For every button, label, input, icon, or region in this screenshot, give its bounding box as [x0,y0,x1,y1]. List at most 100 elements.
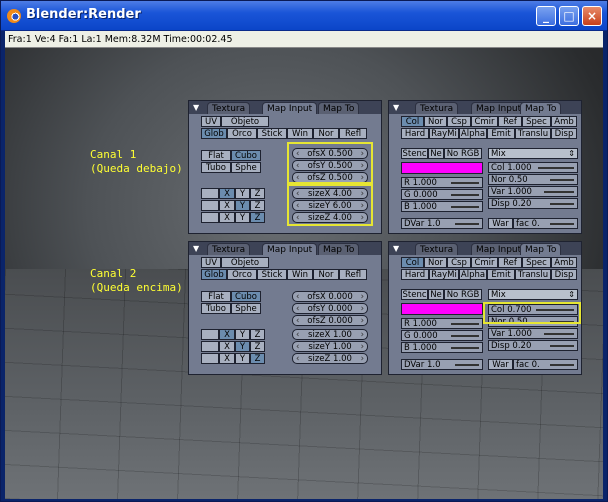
z-button[interactable]: Z [250,188,265,199]
cmir-toggle[interactable]: Cmir [471,257,498,268]
col-toggle[interactable]: Col [401,257,424,268]
xyz-toggle[interactable] [201,341,219,352]
orco-button[interactable]: Orco [227,269,257,280]
z-button[interactable]: Z [250,353,265,364]
stencil-button[interactable]: Stenc [401,289,428,300]
orco-button[interactable]: Orco [227,128,257,139]
col-slider[interactable]: Col 1.000 [488,162,578,173]
warp-button[interactable]: War [488,359,513,370]
nor-toggle[interactable]: Nor [424,116,447,127]
uv-button[interactable]: UV [201,257,221,268]
x-button[interactable]: X [219,353,235,364]
refl-button[interactable]: Refl [339,128,367,139]
close-button[interactable]: × [582,6,602,26]
col-toggle[interactable]: Col [401,116,424,127]
tab-map-input[interactable]: Map Input [471,243,527,255]
b-slider[interactable]: B 1.000 [401,342,483,353]
blend-mode-select[interactable]: Mix [488,289,578,300]
ofsz-field[interactable]: ofsZ 0.000 [292,315,368,326]
dvar-slider[interactable]: DVar 1.0 [401,218,483,229]
z-button[interactable]: Z [250,341,265,352]
alpha-toggle[interactable]: Alpha [459,128,487,139]
cubo-button[interactable]: Cubo [231,291,261,302]
x-button[interactable]: X [219,212,235,223]
no-rgb-button[interactable]: No RGB [444,148,482,159]
warp-fac-slider[interactable]: fac 0. [513,218,578,229]
disp-slider[interactable]: Disp 0.20 [488,198,578,209]
maximize-button[interactable]: □ [559,6,579,26]
z-button[interactable]: Z [250,200,265,211]
xyz-toggle[interactable] [201,200,219,211]
amb-toggle[interactable]: Amb [551,116,577,127]
g-slider[interactable]: G 0.000 [401,330,483,341]
spec-toggle[interactable]: Spec [522,116,551,127]
r-slider[interactable]: R 1.000 [401,318,483,329]
g-slider[interactable]: G 0.000 [401,189,483,200]
csp-toggle[interactable]: Csp [447,257,471,268]
flat-button[interactable]: Flat [201,291,231,302]
tab-textura[interactable]: Textura [207,243,251,255]
objeto-button[interactable]: Objeto [221,257,269,268]
x-button[interactable]: X [219,200,235,211]
texture-color-swatch[interactable] [401,162,483,174]
ofsy-field[interactable]: ofsY 0.000 [292,303,368,314]
z-button[interactable]: Z [250,212,265,223]
refl-button[interactable]: Refl [339,269,367,280]
tab-map-to[interactable]: Map To [520,243,562,255]
y-button[interactable]: Y [235,329,250,340]
tab-map-input[interactable]: Map Input [262,243,318,255]
sizey-field[interactable]: sizeY 1.00 [292,341,368,352]
ref-toggle[interactable]: Ref [498,116,522,127]
y-button[interactable]: Y [235,200,250,211]
collapse-icon[interactable]: ▼ [393,244,399,253]
collapse-icon[interactable]: ▼ [193,244,199,253]
emit-toggle[interactable]: Emit [487,269,515,280]
x-button[interactable]: X [219,188,235,199]
tab-textura[interactable]: Textura [207,102,251,114]
no-rgb-button[interactable]: No RGB [444,289,482,300]
disp-toggle[interactable]: Disp [551,128,577,139]
xyz-toggle[interactable] [201,212,219,223]
raymir-toggle[interactable]: RayMi [429,128,459,139]
disp-toggle[interactable]: Disp [551,269,577,280]
xyz-toggle[interactable] [201,353,219,364]
flat-button[interactable]: Flat [201,150,231,161]
tab-textura[interactable]: Textura [415,102,459,114]
emit-toggle[interactable]: Emit [487,128,515,139]
tab-map-to[interactable]: Map To [318,102,360,114]
tubo-button[interactable]: Tubo [201,303,231,314]
stencil-button[interactable]: Stenc [401,148,428,159]
stick-button[interactable]: Stick [257,128,287,139]
y-button[interactable]: Y [235,341,250,352]
disp-slider[interactable]: Disp 0.20 [488,340,578,351]
amb-toggle[interactable]: Amb [551,257,577,268]
nor-button[interactable]: Nor [313,269,339,280]
xyz-toggle[interactable] [201,329,219,340]
glob-button[interactable]: Glob [201,269,227,280]
sizez-field[interactable]: sizeZ 1.00 [292,353,368,364]
warp-button[interactable]: War [488,218,513,229]
x-button[interactable]: X [219,329,235,340]
x-button[interactable]: X [219,341,235,352]
warp-fac-slider[interactable]: fac 0. [513,359,578,370]
xyz-toggle[interactable] [201,188,219,199]
win-button[interactable]: Win [287,269,313,280]
y-button[interactable]: Y [235,188,250,199]
sphe-button[interactable]: Sphe [231,303,261,314]
csp-toggle[interactable]: Csp [447,116,471,127]
uv-button[interactable]: UV [201,116,221,127]
translu-toggle[interactable]: Translu [515,128,551,139]
dvar-slider[interactable]: DVar 1.0 [401,359,483,370]
nor-toggle[interactable]: Nor [424,257,447,268]
neg-button[interactable]: Ne [428,289,444,300]
texture-color-swatch[interactable] [401,303,483,315]
hard-toggle[interactable]: Hard [401,269,429,280]
raymir-toggle[interactable]: RayMi [429,269,459,280]
collapse-icon[interactable]: ▼ [393,103,399,112]
tab-map-input[interactable]: Map Input [471,102,527,114]
b-slider[interactable]: B 1.000 [401,201,483,212]
win-button[interactable]: Win [287,128,313,139]
stick-button[interactable]: Stick [257,269,287,280]
var-slider[interactable]: Var 1.000 [488,186,578,197]
objeto-button[interactable]: Objeto [221,116,269,127]
